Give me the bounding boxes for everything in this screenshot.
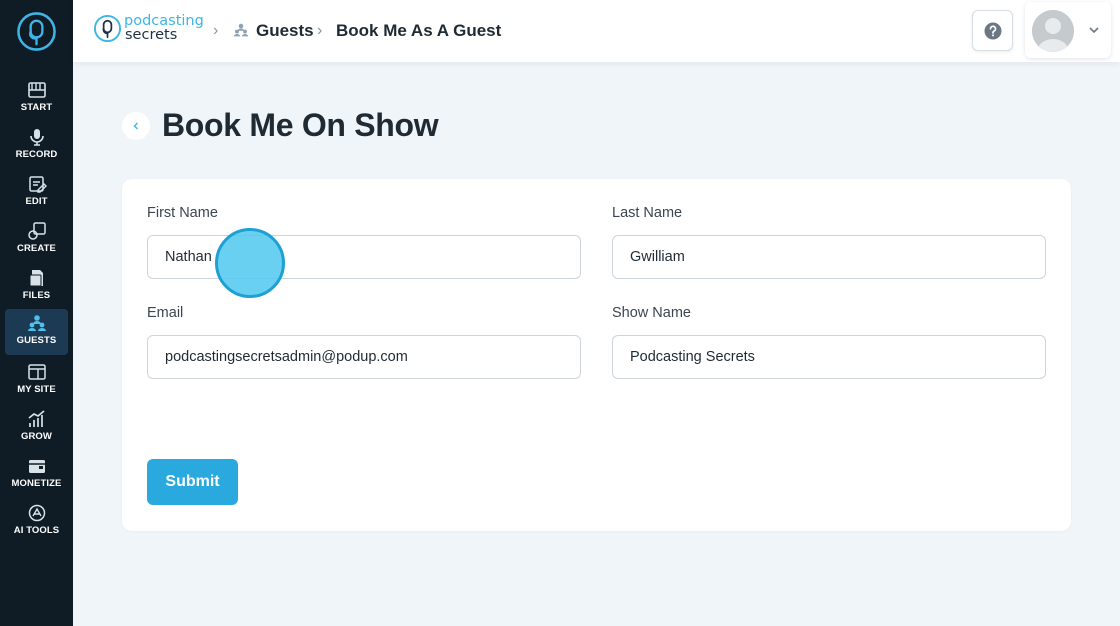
site-icon	[27, 364, 46, 380]
user-menu-button[interactable]	[1025, 2, 1111, 58]
sidebar-item-my-site[interactable]: MY SITE	[5, 358, 68, 403]
first-name-label: First Name	[147, 205, 218, 221]
email-label: Email	[147, 305, 184, 321]
email-field[interactable]	[147, 335, 581, 379]
book-guest-form: First Name Last Name Email Show Name Sub…	[122, 179, 1071, 531]
ai-tools-icon	[28, 504, 45, 522]
sidebar-item-files[interactable]: FILES	[5, 264, 68, 309]
sidebar-item-start[interactable]: START	[5, 76, 68, 121]
breadcrumb-chevron-icon: ›	[213, 22, 219, 39]
help-button[interactable]	[972, 10, 1013, 51]
create-icon	[27, 222, 46, 240]
sidebar-item-edit[interactable]: EDIT	[5, 170, 68, 215]
sidebar: START RECORD EDIT CREATE FILES GUESTS MY…	[0, 0, 73, 626]
brand-name-line2: secrets	[125, 27, 178, 43]
files-icon	[29, 270, 43, 287]
sidebar-item-grow[interactable]: GROW	[5, 405, 68, 450]
sidebar-item-label: CREATE	[17, 243, 56, 254]
chevron-down-icon	[1089, 27, 1099, 34]
back-button[interactable]	[122, 112, 150, 140]
submit-button[interactable]: Submit	[147, 459, 238, 505]
guests-icon	[233, 23, 249, 37]
chart-icon	[27, 410, 45, 427]
first-name-field[interactable]	[147, 235, 581, 279]
sidebar-item-label: MY SITE	[17, 384, 56, 395]
sidebar-item-label: MONETIZE	[11, 478, 62, 489]
podcasting-secrets-logo-icon[interactable]	[16, 11, 57, 52]
sidebar-item-ai-tools[interactable]: AI TOOLS	[5, 499, 68, 544]
sidebar-item-label: FILES	[22, 290, 51, 301]
show-name-label: Show Name	[612, 305, 691, 321]
user-silhouette-icon	[1032, 10, 1074, 52]
sidebar-item-create[interactable]: CREATE	[5, 217, 68, 262]
brand-mic-icon	[93, 14, 122, 42]
guests-icon	[27, 315, 46, 331]
sidebar-item-guests[interactable]: GUESTS	[5, 309, 68, 355]
breadcrumb-current: Book Me As A Guest	[336, 21, 502, 40]
sidebar-item-label: GROW	[20, 431, 52, 442]
microphone-icon	[29, 129, 44, 146]
edit-icon	[28, 176, 47, 193]
sidebar-item-monetize[interactable]: MONETIZE	[5, 452, 68, 497]
sidebar-item-label: START	[20, 102, 53, 113]
show-name-field[interactable]	[612, 335, 1046, 379]
breadcrumb-guests[interactable]: Guests	[256, 21, 314, 41]
keyboard-icon	[27, 82, 46, 98]
last-name-field[interactable]	[612, 235, 1046, 279]
brand-logo[interactable]: podcasting secrets	[93, 12, 208, 44]
sidebar-item-label: RECORD	[15, 149, 58, 160]
brand-name-line1: podcasting	[124, 13, 204, 29]
sidebar-item-label: GUESTS	[16, 335, 57, 346]
sidebar-item-label: AI TOOLS	[13, 525, 60, 536]
breadcrumb-chevron-icon: ›	[317, 22, 323, 39]
page-title: Book Me On Show	[162, 107, 439, 143]
last-name-label: Last Name	[612, 205, 683, 221]
sidebar-item-record[interactable]: RECORD	[5, 123, 68, 168]
avatar	[1032, 10, 1074, 52]
help-icon	[984, 22, 1001, 39]
monetize-icon	[28, 460, 45, 473]
topbar: podcasting secrets › Guests › Book Me As…	[73, 0, 1120, 62]
sidebar-item-label: EDIT	[25, 196, 48, 207]
chevron-left-icon	[133, 122, 138, 130]
